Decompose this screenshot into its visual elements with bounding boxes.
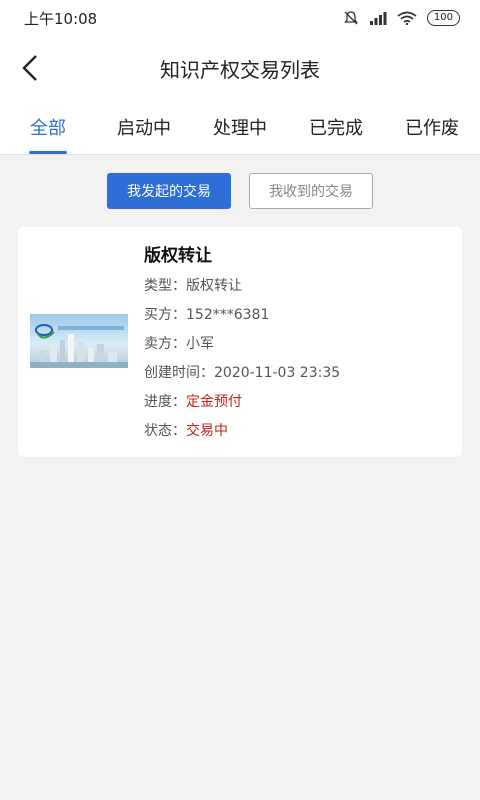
progress-label: 进度：: [144, 394, 186, 410]
created-time-value: 2020-11-03 23:35: [214, 365, 341, 381]
transaction-thumbnail: [30, 314, 128, 368]
created-time-label: 创建时间：: [144, 365, 214, 381]
created-time-row: 创建时间：2020-11-03 23:35: [144, 359, 340, 388]
buyer-label: 买方：: [144, 307, 186, 323]
chevron-left-icon: [22, 55, 37, 81]
battery-indicator: 100: [426, 10, 460, 26]
buyer-value: 152***6381: [186, 307, 270, 323]
status-bar: 上午10:08 100: [0, 0, 480, 36]
type-row: 类型：版权转让: [144, 272, 340, 301]
signal-icon: [369, 12, 387, 25]
transaction-info: 版权转让 类型：版权转让 买方：152***6381 卖方：小军 创建时间：20…: [144, 241, 340, 446]
wifi-icon: [397, 11, 417, 25]
tab-all[interactable]: 全部: [0, 100, 96, 154]
tab-processing[interactable]: 处理中: [192, 100, 288, 154]
transaction-card[interactable]: 版权转让 类型：版权转让 买方：152***6381 卖方：小军 创建时间：20…: [18, 227, 462, 457]
initiated-transactions-button[interactable]: 我发起的交易: [107, 173, 231, 209]
back-button[interactable]: [16, 52, 44, 84]
page-title: 知识产权交易列表: [160, 57, 320, 82]
buyer-row: 买方：152***6381: [144, 301, 340, 330]
status-icons: 100: [343, 10, 460, 26]
status-badge: 交易中: [186, 423, 228, 439]
transaction-title: 版权转让: [144, 246, 212, 266]
tab-voided[interactable]: 已作废: [384, 100, 480, 154]
status-row: 状态：交易中: [144, 417, 340, 446]
progress-row: 进度：定金预付: [144, 388, 340, 417]
tab-starting[interactable]: 启动中: [96, 100, 192, 154]
tab-bar: 全部 启动中 处理中 已完成 已作废: [0, 100, 480, 155]
progress-value: 定金预付: [186, 394, 242, 410]
seller-label: 卖方：: [144, 336, 186, 352]
transaction-filter: 我发起的交易 我收到的交易: [0, 173, 480, 209]
received-transactions-button[interactable]: 我收到的交易: [249, 173, 373, 209]
tab-completed[interactable]: 已完成: [288, 100, 384, 154]
seller-row: 卖方：小军: [144, 330, 340, 359]
page-header: 知识产权交易列表: [0, 36, 480, 100]
city-skyline-image: [30, 324, 128, 368]
type-value: 版权转让: [186, 278, 242, 294]
type-label: 类型：: [144, 278, 186, 294]
mute-icon: [344, 11, 358, 25]
seller-value: 小军: [186, 336, 214, 352]
status-time: 上午10:08: [24, 9, 98, 28]
status-label: 状态：: [144, 423, 186, 439]
